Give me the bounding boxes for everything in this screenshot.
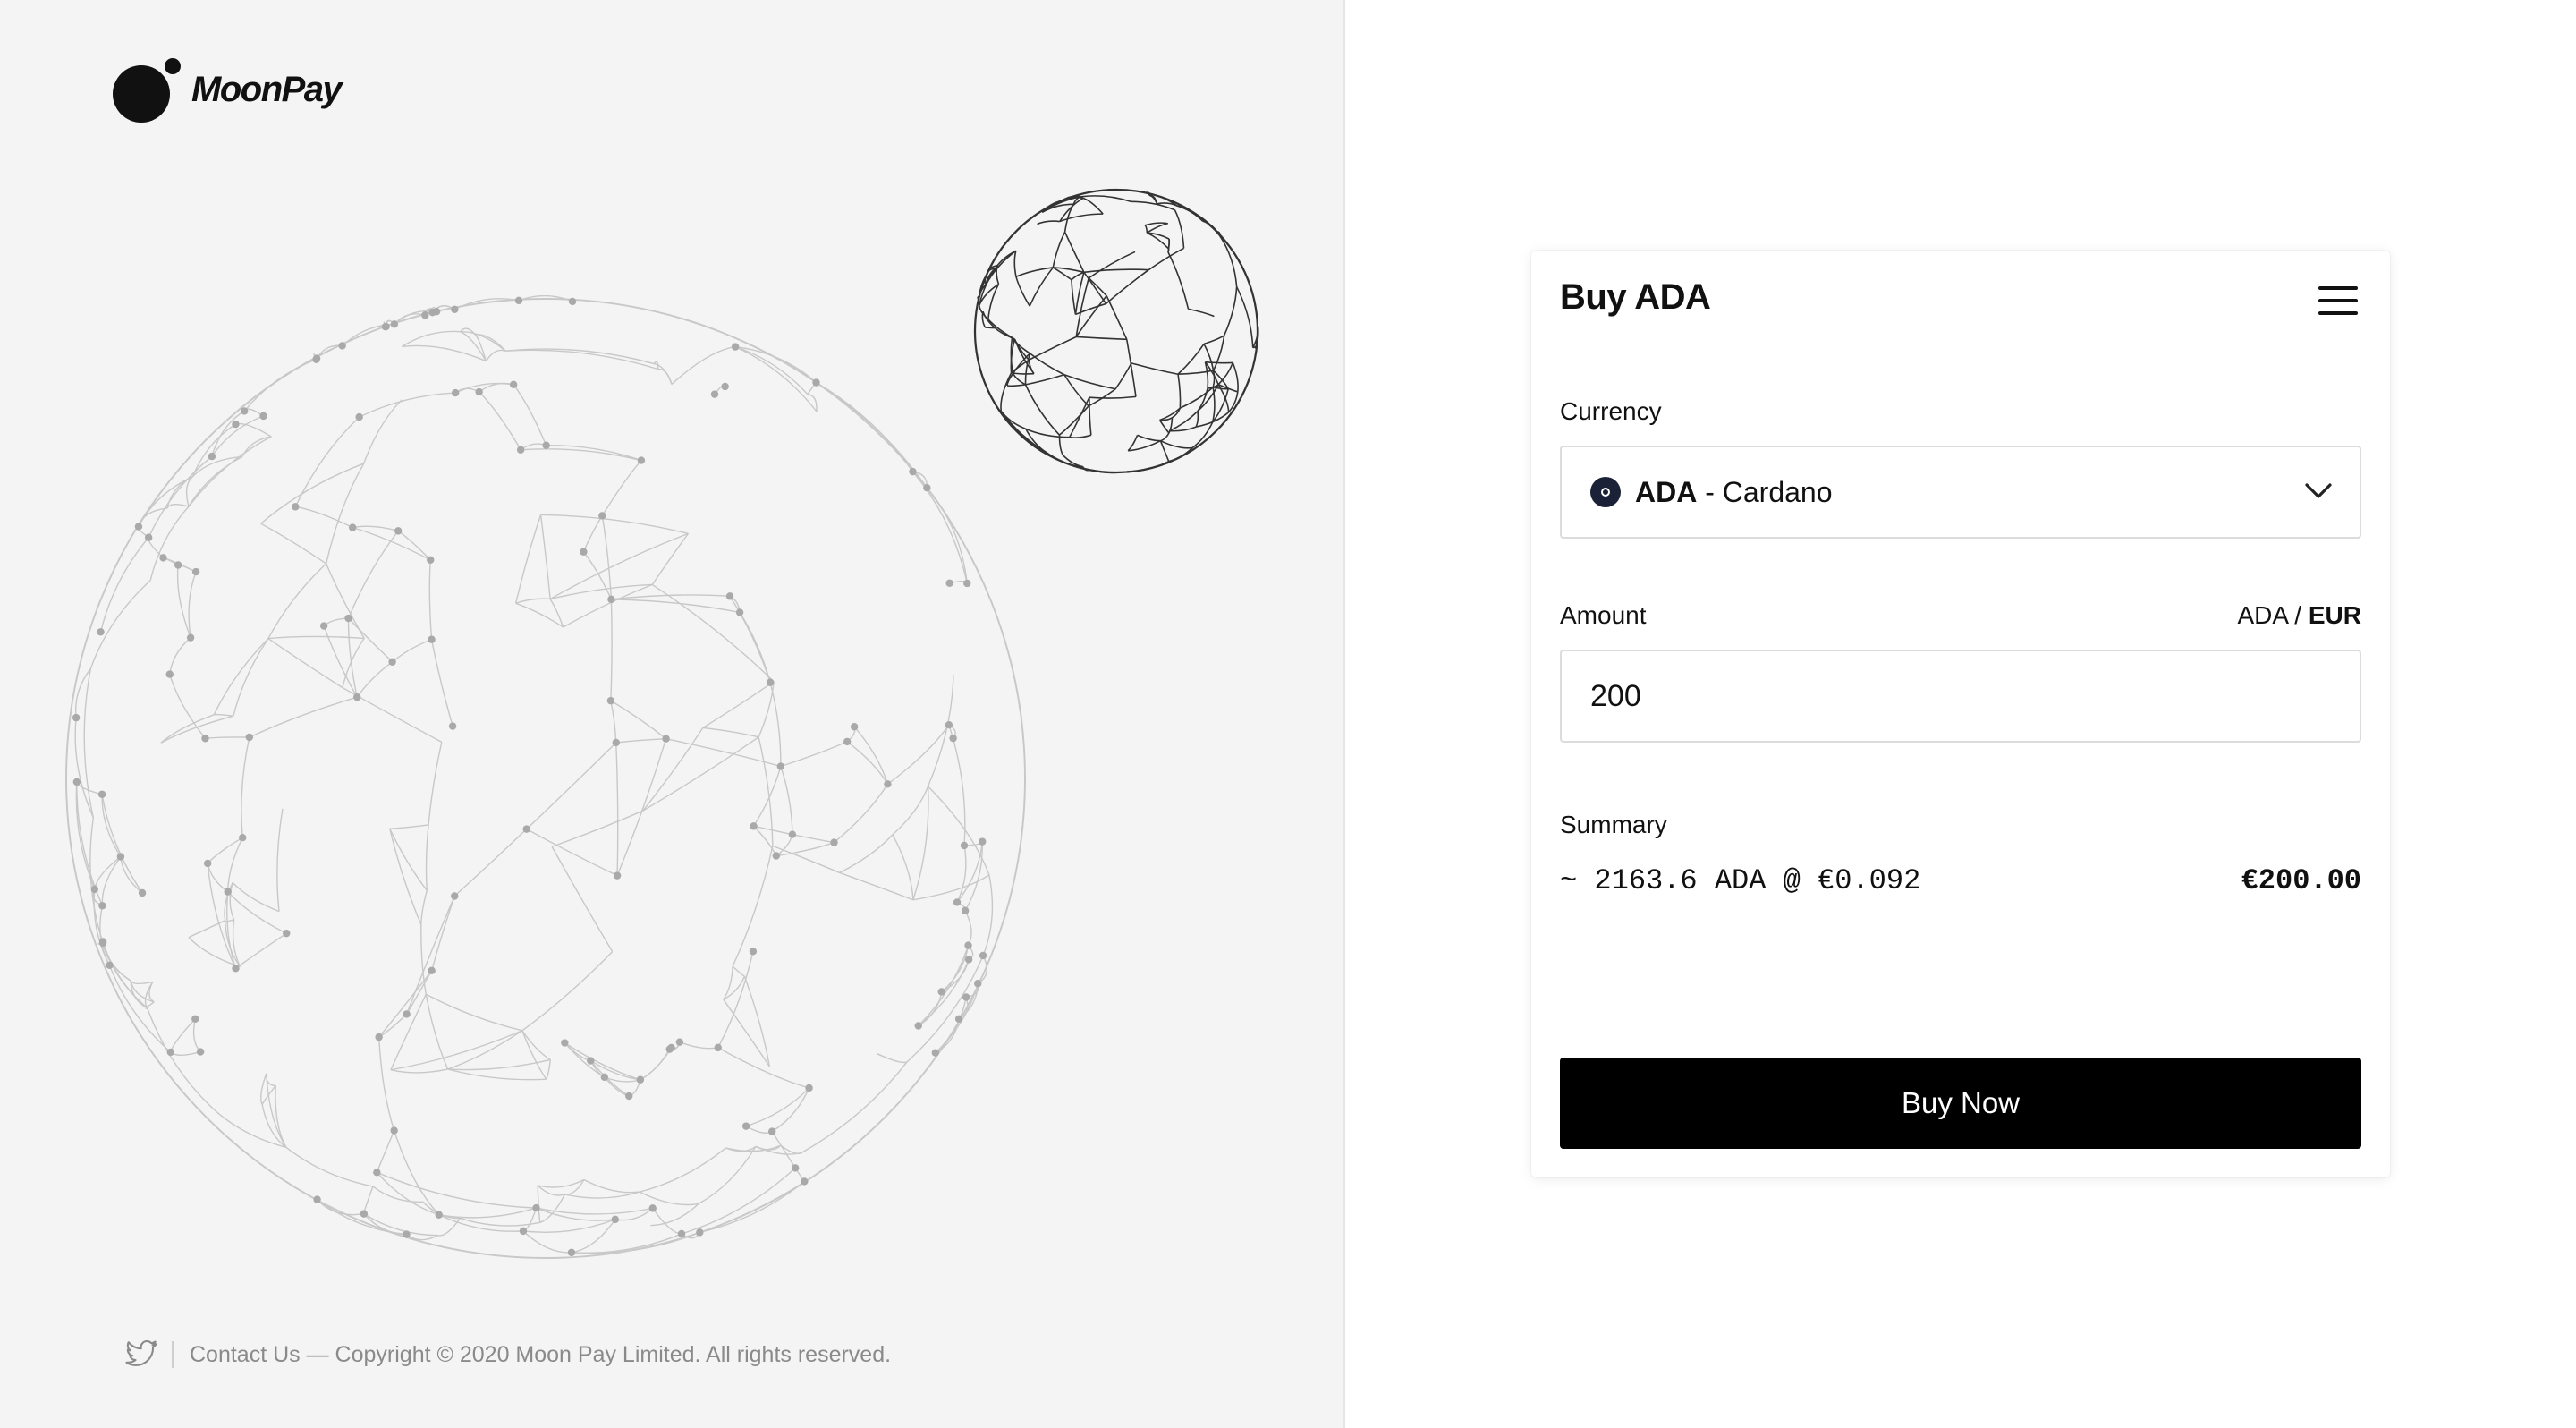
- unit-crypto[interactable]: ADA: [2238, 601, 2288, 629]
- currency-label: Currency: [1560, 397, 1662, 425]
- currency-name: Cardano: [1722, 475, 1833, 508]
- wireframe-globe-large: [65, 295, 1026, 1259]
- footer-copyright[interactable]: Contact Us — Copyright © 2020 Moon Pay L…: [190, 1342, 891, 1368]
- unit-fiat[interactable]: EUR: [2309, 601, 2361, 629]
- hamburger-menu-icon[interactable]: [2318, 286, 2358, 317]
- buy-now-button[interactable]: Buy Now: [1560, 1058, 2361, 1149]
- moonpay-logo[interactable]: MoonPay: [113, 55, 343, 123]
- left-decorative-pane: MoonPay Contact Us — Copyright © 2020 Mo…: [0, 0, 1345, 1428]
- currency-select[interactable]: ADA - Cardano: [1560, 446, 2361, 539]
- currency-code: ADA: [1635, 475, 1698, 508]
- twitter-bird-icon[interactable]: [125, 1340, 157, 1369]
- summary-label: Summary: [1560, 811, 1667, 838]
- chevron-down-icon[interactable]: [2304, 481, 2333, 501]
- summary-total: €200.00: [2241, 864, 2361, 897]
- unit-divider: /: [2287, 601, 2309, 629]
- summary-quote: ~ 2163.6 ADA @ €0.092: [1560, 864, 1921, 897]
- unit-toggle[interactable]: ADA / EUR: [2238, 601, 2362, 630]
- footer: Contact Us — Copyright © 2020 Moon Pay L…: [125, 1337, 891, 1373]
- amount-input[interactable]: [1560, 650, 2361, 743]
- wireframe-globe-small: [973, 188, 1259, 474]
- brand-name: MoonPay: [191, 69, 343, 109]
- footer-divider: [172, 1341, 174, 1368]
- amount-label: Amount: [1560, 601, 1647, 629]
- moonpay-logo-icon: [113, 58, 181, 123]
- currency-separator: -: [1697, 475, 1723, 508]
- cardano-coin-icon: [1590, 477, 1621, 507]
- widget-title: Buy ADA: [1560, 277, 1711, 317]
- buy-widget: Buy ADA Currency ADA - Cardano Amount AD…: [1531, 251, 2390, 1177]
